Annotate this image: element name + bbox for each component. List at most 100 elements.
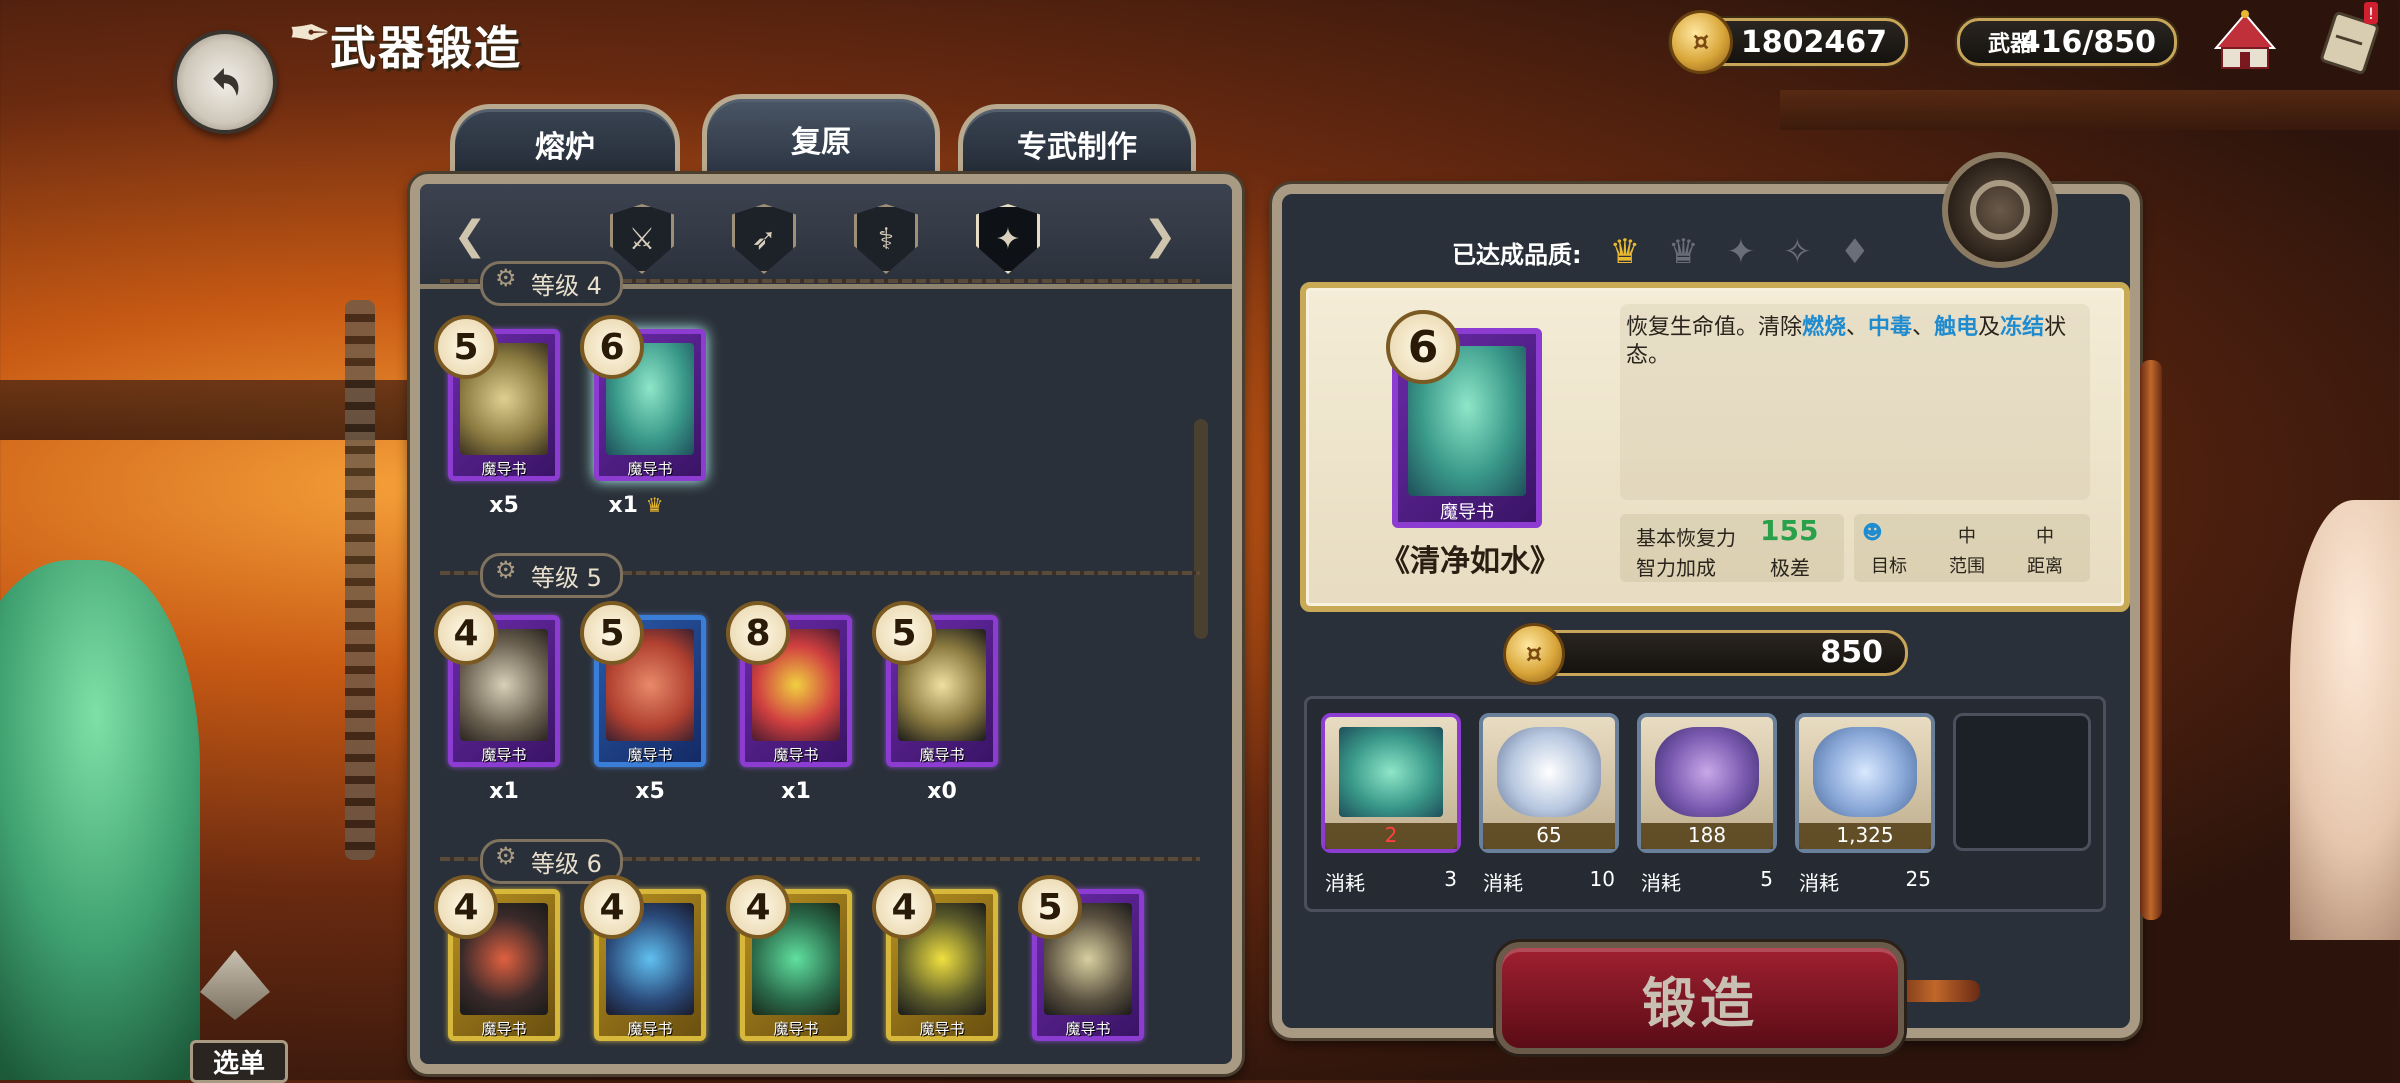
diamond-triple-icon: ✦: [1726, 232, 1756, 272]
filter-next-icon[interactable]: ❯: [1124, 206, 1196, 266]
gold-counter: ¤ 1802467: [1669, 10, 1908, 74]
quality-label: 已达成品质:: [1452, 240, 1582, 269]
card-count: x1: [489, 779, 519, 804]
card-count: x5: [635, 779, 665, 804]
consume-amount: 3: [1444, 867, 1457, 891]
weapon-name: 《清净如水》: [1380, 544, 1560, 579]
card-type: 魔导书: [1065, 1020, 1111, 1038]
card-type: 魔导书: [1440, 502, 1494, 523]
material-slot-empty: [1953, 713, 2091, 851]
card-type: 魔导书: [773, 746, 819, 764]
sword-filter[interactable]: ⚔: [610, 204, 674, 274]
tab-exclusive-weapon[interactable]: 专武制作: [958, 104, 1196, 179]
base-recovery-value: 155: [1760, 514, 1819, 547]
material-slot[interactable]: 2 消耗 3: [1321, 713, 1461, 895]
crown-grey-icon: ♛: [1668, 232, 1699, 272]
weapon-card[interactable]: 魔导书 5: [1018, 875, 1144, 1041]
crown-icon: ♛: [645, 493, 664, 517]
cost-amount: 850: [1820, 635, 1883, 670]
base-recovery-label: 基本恢复力: [1636, 526, 1736, 550]
consume-amount: 25: [1905, 867, 1931, 891]
card-type: 魔导书: [481, 460, 527, 478]
weapon-card-selected[interactable]: 魔导书 6: [580, 315, 706, 481]
weapon-card[interactable]: 魔导书 4: [580, 875, 706, 1041]
gold-coin-icon: ¤: [1669, 10, 1733, 74]
weapon-card[interactable]: 魔导书 4: [434, 875, 560, 1041]
desc-keyword-poison: 中毒: [1868, 315, 1913, 340]
range-label: 范围: [1949, 556, 1985, 577]
card-type: 魔导书: [773, 1020, 819, 1038]
weapon-card[interactable]: 魔导书 5: [580, 601, 706, 767]
level-badge: 5: [434, 315, 498, 379]
card-count: x1 ♛: [580, 493, 692, 518]
crown-gold-icon: ♛: [1609, 232, 1641, 272]
int-bonus-value: 极差: [1770, 556, 1810, 580]
crystal-material-icon: [1497, 727, 1601, 817]
material-owned: 65: [1483, 823, 1615, 849]
scrollbar[interactable]: [1194, 419, 1208, 639]
level-label: 等级 4: [480, 261, 623, 306]
forge-button[interactable]: 锻造: [1496, 942, 1904, 1054]
distance-label: 距离: [2027, 556, 2063, 577]
card-type: 魔导书: [919, 1020, 965, 1038]
diamond-single-icon: ♦: [1839, 232, 1871, 272]
material-slot[interactable]: 65 消耗 10: [1479, 713, 1619, 895]
filter-prev-icon[interactable]: ❮: [434, 206, 506, 266]
level-header: 等级 4: [440, 261, 1200, 306]
material-slot[interactable]: 1,325 消耗 25: [1795, 713, 1935, 895]
weapon-count: 416/850: [2019, 24, 2156, 60]
weapon-attributes: ☻ 中 中 目标 范围 距离: [1854, 514, 2090, 582]
material-owned: 2: [1325, 823, 1457, 849]
bow-filter[interactable]: ➶: [732, 204, 796, 274]
distance-value: 中: [2036, 526, 2054, 547]
level-badge: 5: [1018, 875, 1082, 939]
weapon-list-panel: ❮ ⚔ ➶ ⚕ ✦ ❯ 等级 4 魔导书 5 x5 魔导书: [410, 174, 1242, 1074]
level-header: 等级 5: [440, 553, 1200, 598]
weapon-card[interactable]: 魔导书 8: [726, 601, 852, 767]
circus-tent-icon[interactable]: [2210, 8, 2280, 72]
material-slot[interactable]: 188 消耗 5: [1637, 713, 1777, 895]
tab-restore[interactable]: 复原: [702, 94, 940, 179]
int-bonus-label: 智力加成: [1636, 556, 1716, 580]
gold-coin-icon: ¤: [1503, 623, 1565, 685]
materials-area: 2 消耗 3 65 消耗 10 188 消耗 5 1,325 消耗 25: [1304, 696, 2106, 912]
gear-decoration-icon: [1942, 152, 2058, 268]
svg-text:!: !: [2368, 4, 2374, 23]
level-label: 等级 5: [480, 553, 623, 598]
level-badge: 8: [726, 601, 790, 665]
cloth-blue-icon: [1813, 727, 1917, 817]
card-type: 魔导书: [481, 1020, 527, 1038]
quality-row: 已达成品质: ♛ ♛ ✦ ✧ ♦: [1452, 232, 1870, 272]
desc-keyword-freeze: 冻结: [2000, 315, 2045, 340]
desc-text: 恢复生命值。清除: [1626, 315, 1803, 340]
weapon-card[interactable]: 魔导书 4: [726, 875, 852, 1041]
background-beam: [1780, 90, 2400, 130]
material-owned: 188: [1641, 823, 1773, 849]
grimoire-filter[interactable]: ✦: [976, 204, 1040, 274]
consume-label: 消耗: [1641, 871, 1681, 895]
weapon-capacity: 武器 416/850: [1957, 18, 2177, 66]
weapon-card[interactable]: 魔导书 5: [872, 601, 998, 767]
card-type: 魔导书: [627, 746, 673, 764]
weapon-description: 恢复生命值。清除燃烧、中毒、触电及冻结状态。: [1626, 314, 2096, 370]
diamond-double-icon: ✧: [1783, 232, 1812, 272]
tab-furnace[interactable]: 熔炉: [450, 104, 680, 179]
card-type: 魔导书: [627, 1020, 673, 1038]
staff-filter[interactable]: ⚕: [854, 204, 918, 274]
weapon-card[interactable]: 魔导书 4: [434, 601, 560, 767]
quest-book-icon[interactable]: !: [2314, 2, 2386, 74]
desc-keyword-shock: 触电: [1934, 315, 1979, 340]
menu-button[interactable]: 选单: [160, 950, 310, 1083]
level-badge: 4: [872, 875, 936, 939]
back-button[interactable]: [173, 30, 277, 134]
menu-label: 选单: [190, 1040, 288, 1083]
level-badge: 5: [580, 601, 644, 665]
grimoire-art: [1339, 727, 1443, 817]
back-arrow-icon: [213, 67, 239, 97]
weapon-card[interactable]: 魔导书 5: [434, 315, 560, 481]
sword-icon: ⚔: [628, 221, 656, 257]
level-badge: 5: [872, 601, 936, 665]
weapon-card[interactable]: 魔导书 4: [872, 875, 998, 1041]
selected-weapon-card: 魔导书 6: [1386, 310, 1542, 528]
bow-icon: ➶: [751, 221, 777, 257]
